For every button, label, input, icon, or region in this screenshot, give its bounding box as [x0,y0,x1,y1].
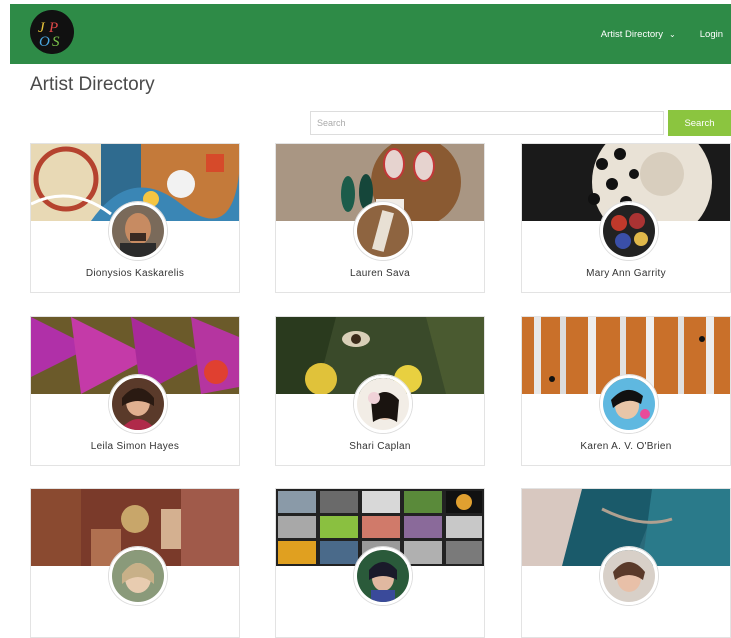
artist-card[interactable]: Leila Simon Hayes [30,316,240,466]
artist-name[interactable]: Mary Ann Garrity [522,268,730,279]
chevron-down-icon: ⌄ [669,29,676,39]
artist-name[interactable]: Karen A. V. O'Brien [522,441,730,452]
artist-name[interactable]: Lauren Sava [276,268,484,279]
site-logo[interactable]: J P O S [30,10,74,54]
artist-name[interactable]: Leila Simon Hayes [31,441,239,452]
artist-avatar [109,375,167,433]
search-button[interactable]: Search [668,110,731,136]
artist-avatar [354,202,412,260]
artist-card[interactable] [275,488,485,638]
artist-avatar [600,375,658,433]
artist-avatar [109,202,167,260]
svg-text:S: S [52,34,60,50]
artist-avatar [600,547,658,605]
svg-text:O: O [39,34,50,50]
artist-card[interactable] [521,488,731,638]
page-title: Artist Directory [30,74,155,95]
nav-artist-directory-label: Artist Directory [600,28,664,40]
artist-avatar [109,547,167,605]
artist-card[interactable]: Karen A. V. O'Brien [521,316,731,466]
artist-name[interactable]: Dionysios Kaskarelis [31,268,239,279]
artist-card[interactable]: Shari Caplan [275,316,485,466]
nav-login[interactable]: Login [700,29,723,40]
artist-card[interactable]: Dionysios Kaskarelis [30,143,240,293]
artist-name[interactable]: Shari Caplan [276,441,484,452]
artist-card[interactable] [30,488,240,638]
artist-avatar [354,547,412,605]
nav-artist-directory[interactable]: Artist Directory ⌄ [601,29,676,40]
artist-card[interactable]: Mary Ann Garrity [521,143,731,293]
search-input[interactable] [310,111,664,135]
artist-avatar [600,202,658,260]
nav-login-label: Login [699,28,723,40]
artist-card[interactable]: Lauren Sava [275,143,485,293]
artist-avatar [354,375,412,433]
top-navbar: J P O S Artist Directory ⌄ Login [10,4,731,64]
